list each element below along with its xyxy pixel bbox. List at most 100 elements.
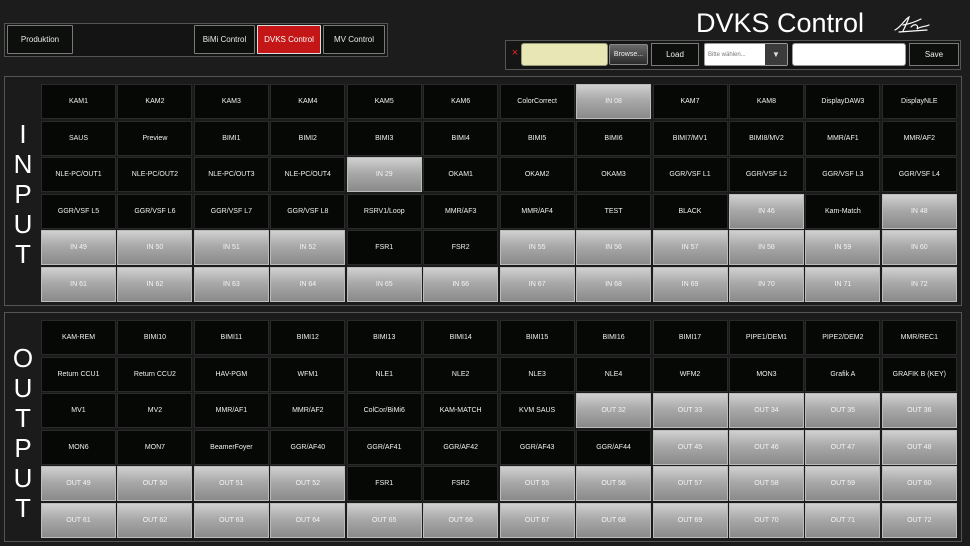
output-button-30[interactable]: KAM-MATCH <box>423 393 499 428</box>
chevron-down-icon[interactable]: ▼ <box>765 44 787 65</box>
output-button-23[interactable]: Grafik A <box>805 356 881 392</box>
output-button-67[interactable]: OUT 67 <box>499 502 575 538</box>
output-button-72[interactable]: OUT 72 <box>881 502 957 538</box>
input-button-20[interactable]: BIMI6 <box>576 120 652 156</box>
output-button-26[interactable]: MV2 <box>117 393 193 428</box>
input-button-64[interactable]: IN 64 <box>270 266 346 302</box>
input-button-45[interactable]: BLACK <box>652 193 728 229</box>
output-button-2[interactable]: BIMI10 <box>117 320 193 355</box>
input-button-9[interactable]: KAM7 <box>652 84 728 119</box>
output-button-13[interactable]: Return CCU1 <box>41 356 116 392</box>
input-button-71[interactable]: IN 71 <box>805 266 881 302</box>
output-button-22[interactable]: MON3 <box>728 356 804 392</box>
output-button-58[interactable]: OUT 58 <box>728 466 804 501</box>
input-button-58[interactable]: IN 58 <box>728 230 804 265</box>
input-button-68[interactable]: IN 68 <box>576 266 652 302</box>
file-path-input[interactable] <box>521 43 608 66</box>
input-button-24[interactable]: MMR/AF2 <box>881 120 957 156</box>
input-button-18[interactable]: BIMI4 <box>423 120 499 156</box>
output-button-49[interactable]: OUT 49 <box>41 466 116 501</box>
output-button-36[interactable]: OUT 36 <box>881 393 957 428</box>
output-button-19[interactable]: NLE3 <box>499 356 575 392</box>
output-button-71[interactable]: OUT 71 <box>805 502 881 538</box>
output-button-17[interactable]: NLE1 <box>346 356 422 392</box>
output-button-69[interactable]: OUT 69 <box>652 502 728 538</box>
input-button-48[interactable]: IN 48 <box>881 193 957 229</box>
input-button-35[interactable]: GGR/VSF L3 <box>805 157 881 192</box>
output-button-20[interactable]: NLE4 <box>576 356 652 392</box>
output-button-57[interactable]: OUT 57 <box>652 466 728 501</box>
output-button-56[interactable]: OUT 56 <box>576 466 652 501</box>
input-button-34[interactable]: GGR/VSF L2 <box>728 157 804 192</box>
output-button-35[interactable]: OUT 35 <box>805 393 881 428</box>
output-button-37[interactable]: MON6 <box>41 429 116 465</box>
output-button-24[interactable]: GRAFIK B (KEY) <box>881 356 957 392</box>
output-button-4[interactable]: BIMI12 <box>270 320 346 355</box>
save-button[interactable]: Save <box>909 43 959 66</box>
input-button-11[interactable]: DisplayDAW3 <box>805 84 881 119</box>
input-button-32[interactable]: OKAM3 <box>576 157 652 192</box>
output-button-33[interactable]: OUT 33 <box>652 393 728 428</box>
output-button-50[interactable]: OUT 50 <box>117 466 193 501</box>
input-button-23[interactable]: MMR/AF1 <box>805 120 881 156</box>
input-button-6[interactable]: KAM6 <box>423 84 499 119</box>
input-button-44[interactable]: TEST <box>576 193 652 229</box>
output-button-32[interactable]: OUT 32 <box>576 393 652 428</box>
input-button-16[interactable]: BIMI2 <box>270 120 346 156</box>
output-button-51[interactable]: OUT 51 <box>193 466 269 501</box>
output-button-38[interactable]: MON7 <box>117 429 193 465</box>
input-button-66[interactable]: IN 66 <box>423 266 499 302</box>
output-button-55[interactable]: OUT 55 <box>499 466 575 501</box>
input-button-26[interactable]: NLE-PC/OUT2 <box>117 157 193 192</box>
output-button-44[interactable]: GGR/AF44 <box>576 429 652 465</box>
input-button-69[interactable]: IN 69 <box>652 266 728 302</box>
nav-button-produktion[interactable]: Produktion <box>7 25 73 54</box>
output-button-63[interactable]: OUT 63 <box>193 502 269 538</box>
nav-button-bimi-control[interactable]: BiMi Control <box>194 25 255 54</box>
output-button-60[interactable]: OUT 60 <box>881 466 957 501</box>
output-button-65[interactable]: OUT 65 <box>346 502 422 538</box>
input-button-57[interactable]: IN 57 <box>652 230 728 265</box>
input-button-21[interactable]: BIMI7/MV1 <box>652 120 728 156</box>
input-button-43[interactable]: MMR/AF4 <box>499 193 575 229</box>
output-button-9[interactable]: BIMI17 <box>652 320 728 355</box>
preset-select[interactable]: Bitte wählen... ▼ <box>704 43 788 66</box>
input-button-29[interactable]: IN 29 <box>346 157 422 192</box>
output-button-47[interactable]: OUT 47 <box>805 429 881 465</box>
input-button-63[interactable]: IN 63 <box>193 266 269 302</box>
output-button-29[interactable]: ColCor/BiMi6 <box>346 393 422 428</box>
output-button-14[interactable]: Return CCU2 <box>117 356 193 392</box>
output-button-48[interactable]: OUT 48 <box>881 429 957 465</box>
output-button-41[interactable]: GGR/AF41 <box>346 429 422 465</box>
input-button-62[interactable]: IN 62 <box>117 266 193 302</box>
input-button-60[interactable]: IN 60 <box>881 230 957 265</box>
input-button-12[interactable]: DisplayNLE <box>881 84 957 119</box>
output-button-59[interactable]: OUT 59 <box>805 466 881 501</box>
input-button-37[interactable]: GGR/VSF L5 <box>41 193 116 229</box>
output-button-11[interactable]: PIPE2/DEM2 <box>805 320 881 355</box>
output-button-10[interactable]: PIPE1/DEM1 <box>728 320 804 355</box>
input-button-1[interactable]: KAM1 <box>41 84 116 119</box>
input-button-8[interactable]: IN 08 <box>576 84 652 119</box>
input-button-42[interactable]: MMR/AF3 <box>423 193 499 229</box>
output-button-15[interactable]: HAV-PGM <box>193 356 269 392</box>
output-button-12[interactable]: MMR/REC1 <box>881 320 957 355</box>
output-button-8[interactable]: BIMI16 <box>576 320 652 355</box>
output-button-68[interactable]: OUT 68 <box>576 502 652 538</box>
output-button-46[interactable]: OUT 46 <box>728 429 804 465</box>
input-button-67[interactable]: IN 67 <box>499 266 575 302</box>
input-button-3[interactable]: KAM3 <box>193 84 269 119</box>
output-button-40[interactable]: GGR/AF40 <box>270 429 346 465</box>
preset-name-input[interactable] <box>792 43 906 66</box>
input-button-38[interactable]: GGR/VSF L6 <box>117 193 193 229</box>
output-button-1[interactable]: KAM-REM <box>41 320 116 355</box>
output-button-45[interactable]: OUT 45 <box>652 429 728 465</box>
input-button-7[interactable]: ColorCorrect <box>499 84 575 119</box>
input-button-15[interactable]: BIMI1 <box>193 120 269 156</box>
output-button-28[interactable]: MMR/AF2 <box>270 393 346 428</box>
input-button-51[interactable]: IN 51 <box>193 230 269 265</box>
input-button-49[interactable]: IN 49 <box>41 230 116 265</box>
input-button-36[interactable]: GGR/VSF L4 <box>881 157 957 192</box>
input-button-50[interactable]: IN 50 <box>117 230 193 265</box>
input-button-17[interactable]: BIMI3 <box>346 120 422 156</box>
